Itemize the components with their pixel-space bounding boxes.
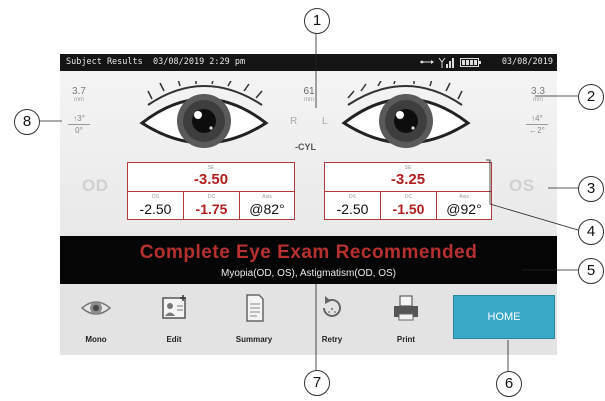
- recommendation-banner: Complete Eye Exam Recommended Myopia(OD,…: [60, 236, 557, 284]
- os-dc-label: DC: [404, 194, 413, 200]
- usb-icon: [420, 60, 434, 64]
- os-axis-cell: Axis @92°: [437, 192, 491, 220]
- od-axis-value: @82°: [249, 201, 285, 217]
- callout-7: 7: [304, 370, 330, 396]
- summary-button[interactable]: Summary: [224, 292, 284, 350]
- od-axis-label: Axis: [262, 194, 272, 200]
- os-dc-value: -1.50: [392, 201, 425, 217]
- os-gaze-divider: [526, 124, 548, 125]
- od-label: OD: [82, 176, 109, 195]
- os-gaze-vertical: ↑4°: [531, 114, 543, 123]
- os-ds-value: -2.50: [336, 201, 369, 217]
- signal-icon: [438, 57, 454, 68]
- edit-label: Edit: [166, 335, 182, 344]
- status-bar: Subject Results 03/08/2019 2:29 pm 03/08…: [60, 54, 557, 71]
- os-dc-cell: DC -1.50: [381, 192, 436, 220]
- recommendation-message: Complete Eye Exam Recommended: [139, 242, 478, 263]
- print-label: Print: [396, 335, 416, 344]
- status-title-text: Subject Results: [66, 57, 143, 67]
- callout-4: 4: [578, 219, 604, 245]
- callout-3: 3: [578, 176, 604, 202]
- od-ds-cell: DS -2.50: [128, 192, 183, 220]
- os-axis-value: @92°: [446, 201, 482, 217]
- retry-label: Retry: [321, 335, 343, 344]
- status-datetime: 03/08/2019 2:29 pm: [153, 57, 246, 67]
- cyl-label: -CYL: [295, 142, 316, 152]
- callout-6: 6: [496, 371, 522, 397]
- left-eye-icon: [341, 81, 471, 148]
- home-button[interactable]: HOME: [453, 295, 555, 339]
- od-pupil-unit: mm: [74, 97, 84, 103]
- os-label: OS: [509, 176, 535, 195]
- od-ds-value: -2.50: [139, 201, 172, 217]
- os-ds-label: DS: [349, 194, 356, 200]
- printer-icon: [394, 295, 418, 321]
- callout-8: 8: [14, 109, 40, 135]
- retry-button[interactable]: Retry: [302, 292, 362, 350]
- callout-5: 5: [578, 258, 604, 284]
- mono-label: Mono: [85, 335, 107, 344]
- print-button[interactable]: Print: [376, 292, 436, 350]
- os-ds-cell: DS -2.50: [325, 192, 380, 220]
- results-panel: 3.7 mm ↑3° 0° 3.3 mm ↑4° ←2° 61 mm R L -…: [60, 71, 557, 236]
- callout-1: 1: [304, 8, 330, 34]
- os-se-value: -3.25: [390, 171, 426, 188]
- retry-icon: [323, 296, 341, 317]
- os-rx-row: DS -2.50 DC -1.50 Axis @92°: [325, 191, 491, 220]
- document-icon: [246, 294, 264, 322]
- od-ds-label: DS: [152, 194, 159, 200]
- battery-icon: [460, 58, 481, 67]
- od-dc-cell: DC -1.75: [184, 192, 239, 220]
- edit-patient-icon: [162, 295, 186, 319]
- pupil-distance-value: 61: [303, 86, 315, 97]
- od-dc-label: DC: [207, 194, 216, 200]
- od-prescription-box: SE -3.50 DS -2.50 DC -1.75 Axis @82°: [127, 162, 295, 220]
- od-rx-row: DS -2.50 DC -1.75 Axis @82°: [128, 191, 294, 220]
- os-prescription-box: SE -3.25 DS -2.50 DC -1.50 Axis @92°: [324, 162, 492, 220]
- od-se-value: -3.50: [193, 171, 229, 188]
- status-date: 03/08/2019: [501, 57, 553, 67]
- os-pupil-unit: mm: [533, 97, 543, 103]
- edit-button[interactable]: Edit: [144, 292, 204, 350]
- diagnosis-text: Myopia(OD, OS), Astigmatism(OD, OS): [220, 268, 397, 279]
- od-axis-cell: Axis @82°: [240, 192, 294, 220]
- eye-icon: [80, 301, 112, 315]
- od-gaze-horizontal: 0°: [75, 126, 83, 135]
- od-gaze-vertical: ↑3°: [73, 114, 85, 123]
- left-eye-label: L: [322, 116, 328, 127]
- bottom-toolbar: Mono Edit Summary Retry Print HOME: [60, 284, 557, 355]
- od-gaze-divider: [68, 124, 90, 125]
- summary-label: Summary: [235, 335, 273, 344]
- os-gaze-horizontal: ←2°: [529, 126, 545, 135]
- os-axis-label: Axis: [459, 194, 469, 200]
- os-pupil-size: 3.3: [531, 86, 545, 97]
- status-title: Subject Results 03/08/2019 2:29 pm: [66, 54, 245, 71]
- right-eye-label: R: [290, 116, 298, 127]
- od-pupil-size: 3.7: [72, 86, 86, 97]
- mono-button[interactable]: Mono: [66, 292, 126, 350]
- od-dc-value: -1.75: [195, 201, 228, 217]
- right-eye-icon: [139, 81, 269, 148]
- pupil-distance-unit: mm: [304, 97, 314, 103]
- device-screen: Subject Results 03/08/2019 2:29 pm 03/08…: [60, 54, 557, 355]
- callout-2: 2: [578, 84, 604, 110]
